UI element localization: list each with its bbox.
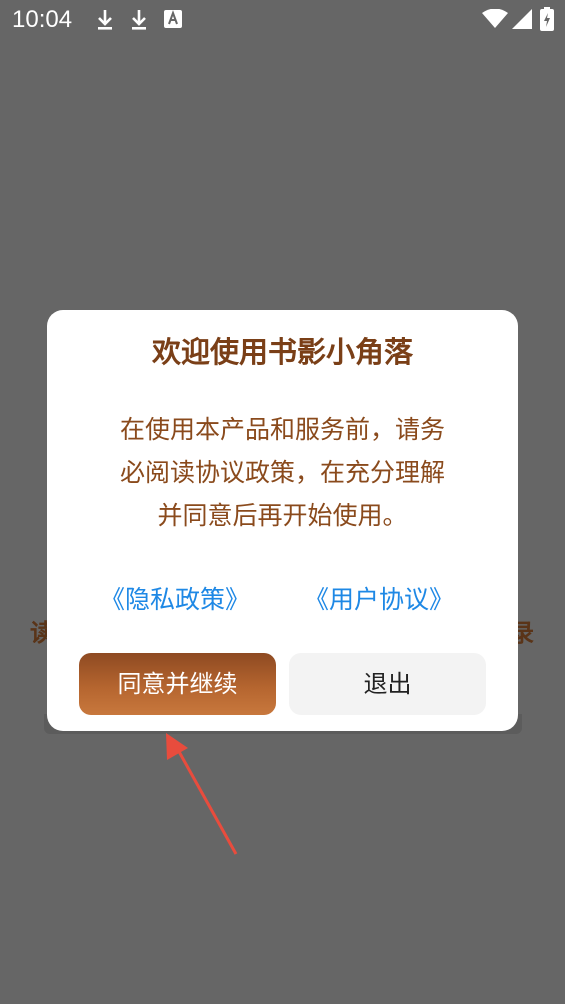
annotation-arrow-icon [166,733,238,855]
screen: 10:04 读 录 欢迎使用书影小角落 在使用本产品和服务前，请务 必阅读协议政… [0,0,565,1004]
